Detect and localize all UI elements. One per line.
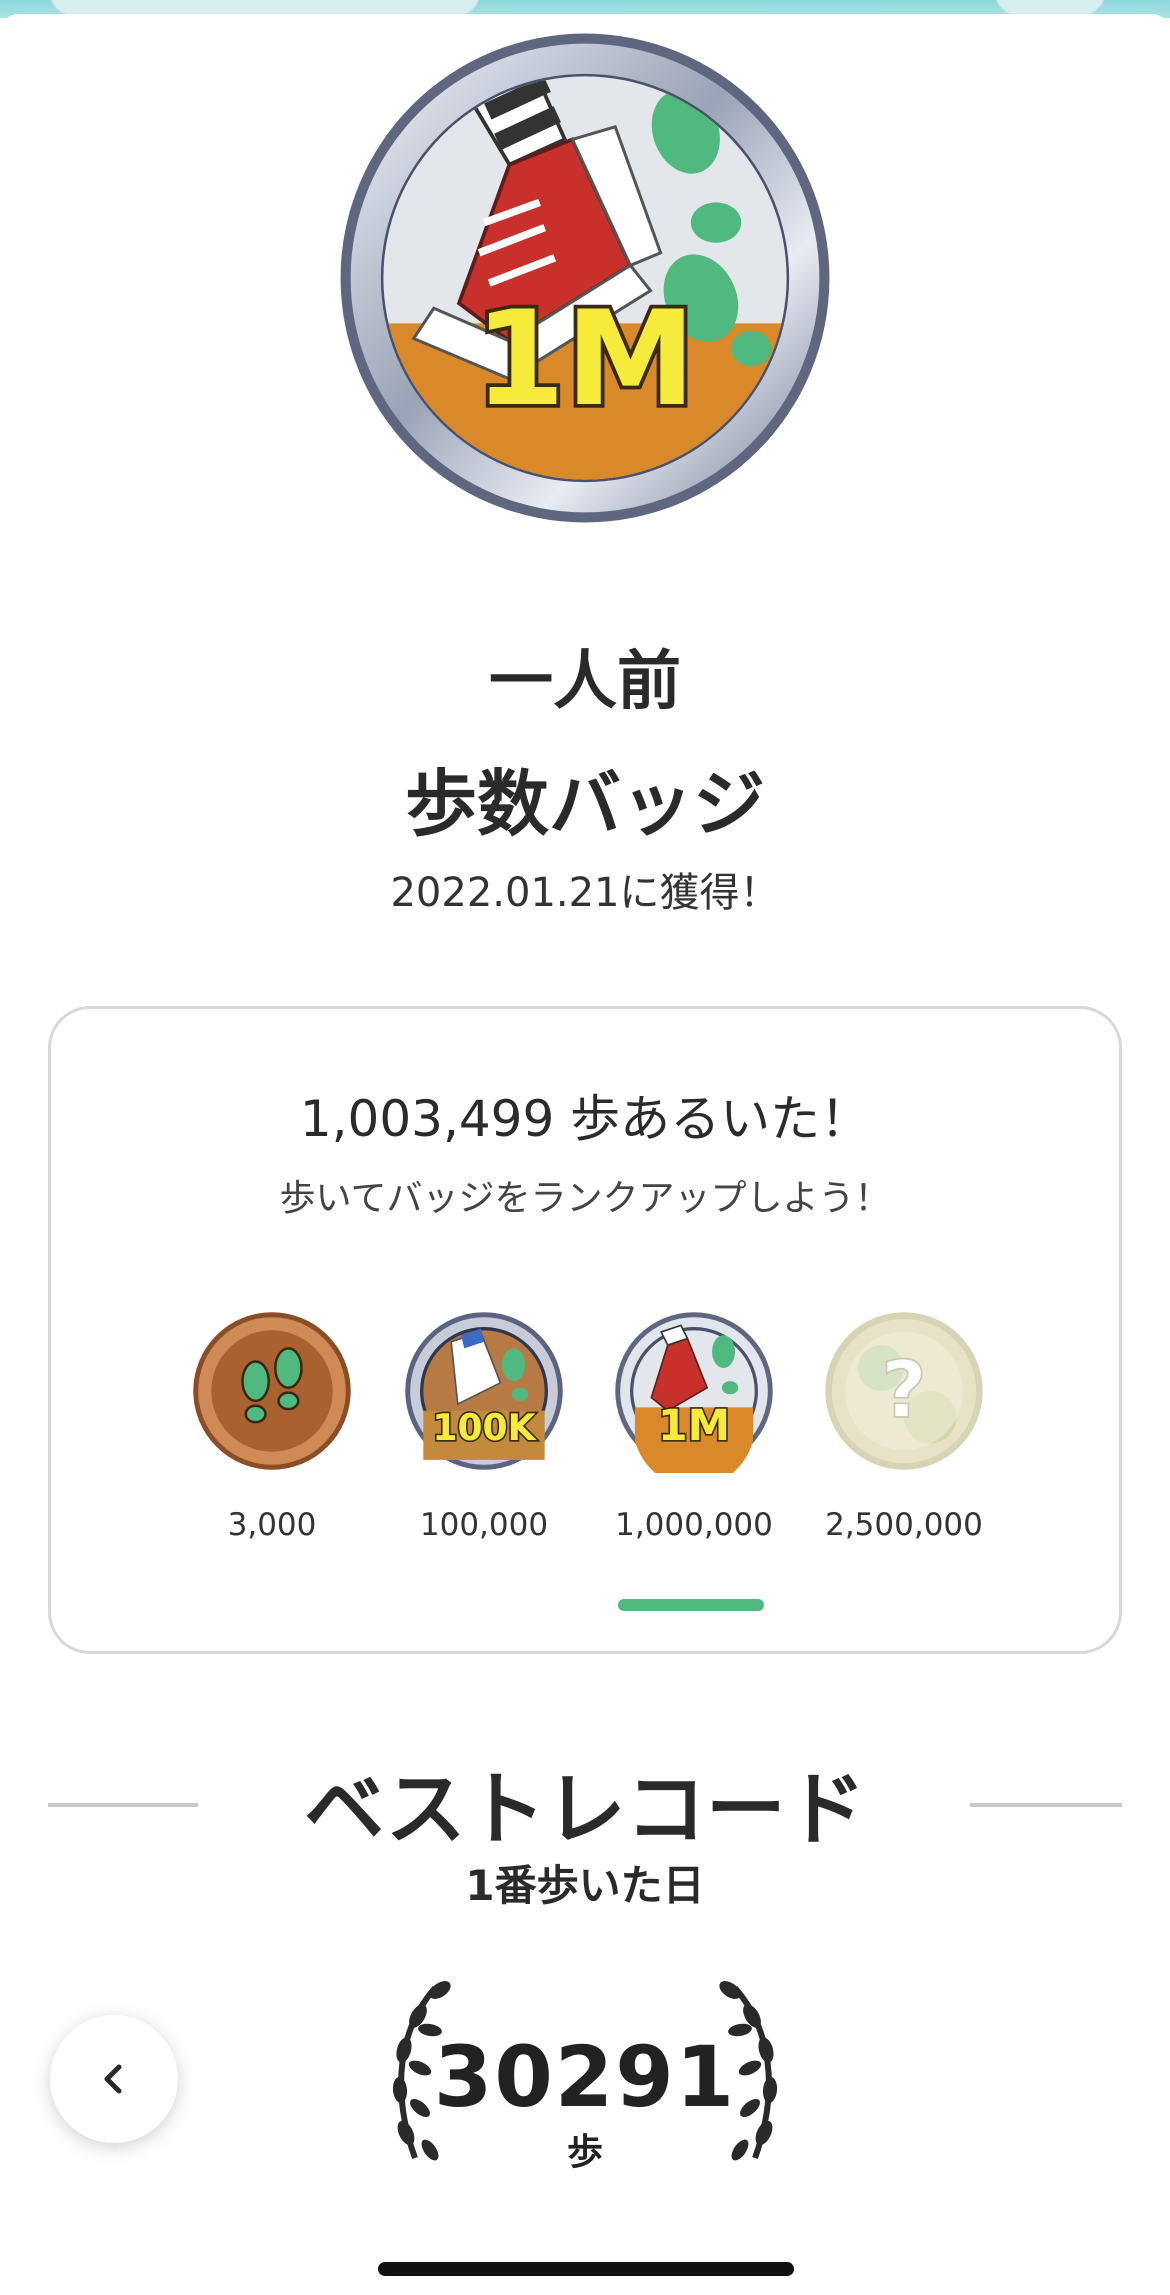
badge-tier-1000000[interactable]: 1M 1,000,000 xyxy=(604,1309,784,1543)
locked-question-medal-icon: ? xyxy=(825,1312,983,1470)
badge-progress-card: 1,003,499 歩あるいた！ 歩いてバッジをランクアップしよう！ 3,000 xyxy=(48,1006,1122,1654)
medal-text: 100K xyxy=(432,1407,537,1449)
best-record-subtitle: 1番歩いた日 xyxy=(465,1861,705,1910)
best-record-steps: 30291 xyxy=(433,2028,737,2126)
best-record-header: ベストレコード xyxy=(0,1745,1170,1865)
1m-step-medal-icon: 1M xyxy=(340,33,830,523)
badge-tier-label: 2,500,000 xyxy=(825,1507,983,1543)
back-button[interactable] xyxy=(50,2015,178,2143)
total-steps-text: 1,003,499 歩あるいた！ xyxy=(299,1090,871,1148)
best-record-value: 30291 歩 xyxy=(360,1968,810,2198)
earned-date: 2022.01.21に獲得！ xyxy=(390,870,780,916)
badge-tier-2500000[interactable]: ? 2,500,000 xyxy=(814,1309,994,1543)
divider xyxy=(970,1803,1122,1807)
medal-text: 1M xyxy=(474,282,696,435)
home-indicator[interactable] xyxy=(378,2262,794,2276)
badge-tier-label: 100,000 xyxy=(419,1507,549,1543)
badge-tier-label: 3,000 xyxy=(227,1507,317,1543)
selected-tier-indicator xyxy=(618,1599,764,1611)
badge-title-line2: 歩数バッジ xyxy=(404,762,765,846)
rankup-message: 歩いてバッジをランクアップしよう！ xyxy=(279,1178,891,1219)
100k-shoe-medal-icon: 100K xyxy=(405,1312,563,1470)
badge-tier-100000[interactable]: 100K 100,000 xyxy=(394,1309,574,1543)
badge-tier-3000[interactable]: 3,000 xyxy=(182,1309,362,1543)
badge-detail-screen: 1M 一人前 歩数バッジ 2022.01.21に獲得！ 1,003,499 歩あ… xyxy=(0,0,1170,2295)
badge-tier-label: 1,000,000 xyxy=(615,1507,773,1543)
1m-shoe-medal-icon: 1M xyxy=(615,1312,773,1473)
medal-text: ? xyxy=(881,1344,927,1436)
badge-title-line1: 一人前 xyxy=(489,645,681,719)
medal-text: 1M xyxy=(658,1401,730,1451)
chevron-left-icon xyxy=(104,2064,122,2094)
best-record-unit: 歩 xyxy=(566,2132,603,2173)
bronze-footprints-medal-icon xyxy=(193,1312,351,1470)
